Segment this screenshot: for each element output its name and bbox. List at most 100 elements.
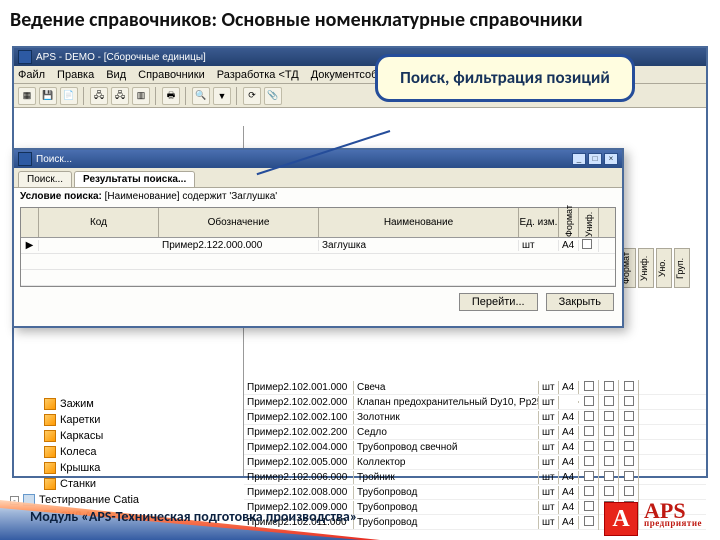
checkbox-icon[interactable] (582, 239, 592, 249)
checkbox-icon[interactable] (624, 396, 634, 406)
tree-item[interactable]: Каркасы (60, 430, 103, 442)
col-name[interactable]: Наименование (319, 208, 519, 237)
cell-ed: шт (539, 441, 559, 454)
tb-grid-icon[interactable]: ▥ (132, 87, 150, 105)
tb-find-icon[interactable]: 🔍 (192, 87, 210, 105)
table-row[interactable]: Пример2.102.004.000Трубопровод свечнойшт… (244, 440, 706, 455)
table-row[interactable]: Пример2.102.006.000ТройникштА4 (244, 470, 706, 485)
callout-bubble: Поиск, фильтрация позиций (375, 54, 635, 102)
tb-print-icon[interactable]: 🖶 (162, 87, 180, 105)
tb-refresh-icon[interactable]: ⟳ (243, 87, 261, 105)
cell-chk (579, 455, 599, 470)
vertical-headers: Формат Униф. Уно. Груп. (620, 248, 690, 288)
cell-fmt: А4 (559, 411, 579, 424)
results-table: Код Обозначение Наименование Ед. изм. Фо… (20, 207, 616, 287)
table-row[interactable]: Пример2.102.002.000Клапан предохранитель… (244, 395, 706, 410)
checkbox-icon[interactable] (604, 456, 614, 466)
checkbox-icon[interactable] (624, 381, 634, 391)
checkbox-icon[interactable] (624, 471, 634, 481)
checkbox-icon[interactable] (604, 381, 614, 391)
cell-name: Седло (354, 426, 539, 439)
cell-chk (619, 440, 639, 455)
tb-save-icon[interactable]: 💾 (39, 87, 57, 105)
tb-filter-icon[interactable]: ▼ (213, 87, 231, 105)
folder-icon (44, 398, 56, 410)
tb-tree2-icon[interactable]: 🖧 (111, 87, 129, 105)
folder-icon (44, 478, 56, 490)
folder-icon (44, 430, 56, 442)
checkbox-icon[interactable] (624, 456, 634, 466)
checkbox-icon[interactable] (604, 471, 614, 481)
table-row[interactable]: Пример2.102.005.000КоллекторштА4 (244, 455, 706, 470)
checkbox-icon[interactable] (584, 456, 594, 466)
results-row-empty (21, 254, 615, 270)
checkbox-icon[interactable] (624, 411, 634, 421)
menu-edit[interactable]: Правка (57, 69, 94, 81)
cell-name: Трубопровод свечной (354, 441, 539, 454)
close-button[interactable]: Закрыть (546, 293, 614, 311)
cell-name: Свеча (354, 381, 539, 394)
menu-file[interactable]: Файл (18, 69, 45, 81)
checkbox-icon[interactable] (584, 426, 594, 436)
table-row[interactable]: Пример2.102.002.200СедлоштА4 (244, 425, 706, 440)
vhead-unif: Униф. (638, 248, 654, 288)
checkbox-icon[interactable] (584, 381, 594, 391)
tab-search[interactable]: Поиск... (18, 171, 72, 187)
cell-ed: шт (539, 411, 559, 424)
dialog-tabs: Поиск... Результаты поиска... (14, 168, 622, 188)
tab-results[interactable]: Результаты поиска... (74, 171, 195, 187)
cell-chk (619, 380, 639, 395)
results-row[interactable]: ▶ Пример2.122.000.000 Заглушка шт А4 (21, 238, 615, 254)
menu-dev[interactable]: Разработка <ТД (217, 69, 299, 81)
cell-chk (579, 395, 599, 410)
col-unif[interactable]: Униф. (579, 208, 599, 237)
cell-fmt (559, 401, 579, 403)
tree-item[interactable]: Колеса (60, 446, 96, 458)
maximize-icon[interactable]: □ (588, 153, 602, 165)
checkbox-icon[interactable] (604, 396, 614, 406)
app-icon (18, 50, 32, 64)
checkbox-icon[interactable] (584, 396, 594, 406)
tree-item[interactable]: Каретки (60, 414, 100, 426)
tree-item[interactable]: Зажим (60, 398, 94, 410)
checkbox-icon[interactable] (584, 441, 594, 451)
col-ed[interactable]: Ед. изм. (519, 208, 559, 237)
tb-new-icon[interactable]: ▦ (18, 87, 36, 105)
cell-chk (579, 380, 599, 395)
minimize-icon[interactable]: _ (572, 153, 586, 165)
cell-chk (619, 470, 639, 485)
checkbox-icon[interactable] (624, 426, 634, 436)
folder-icon (44, 462, 56, 474)
checkbox-icon[interactable] (604, 441, 614, 451)
col-fmt[interactable]: Формат (559, 208, 579, 237)
tb-open-icon[interactable]: 📄 (60, 87, 78, 105)
cell-code: Пример2.102.002.000 (244, 396, 354, 409)
tree-item[interactable]: Станки (60, 478, 96, 490)
checkbox-icon[interactable] (624, 441, 634, 451)
col-oboz[interactable]: Обозначение (159, 208, 319, 237)
tb-tree1-icon[interactable]: 🖧 (90, 87, 108, 105)
cell-ed: шт (539, 456, 559, 469)
cell-code: Пример2.102.002.100 (244, 411, 354, 424)
checkbox-icon[interactable] (584, 471, 594, 481)
search-dialog: Поиск... _ □ × Поиск... Результаты поиск… (12, 148, 624, 328)
goto-button[interactable]: Перейти... (459, 293, 538, 311)
cell-chk (579, 410, 599, 425)
close-icon[interactable]: × (604, 153, 618, 165)
cell-code: Пример2.102.001.000 (244, 381, 354, 394)
tb-att-icon[interactable]: 📎 (264, 87, 282, 105)
cell-ed: шт (539, 426, 559, 439)
slide-footer: Модуль «APS-Техническая подготовка произ… (0, 492, 720, 540)
checkbox-icon[interactable] (604, 426, 614, 436)
tree-item[interactable]: Крышка (60, 462, 100, 474)
col-code[interactable]: Код (39, 208, 159, 237)
checkbox-icon[interactable] (584, 411, 594, 421)
cell-ed: шт (539, 471, 559, 484)
table-row[interactable]: Пример2.102.002.100ЗолотникштА4 (244, 410, 706, 425)
cell-name: Заглушка (319, 240, 519, 251)
table-row[interactable]: Пример2.102.001.000СвечаштА4 (244, 380, 706, 395)
cell-chk (599, 425, 619, 440)
menu-refs[interactable]: Справочники (138, 69, 205, 81)
menu-view[interactable]: Вид (106, 69, 126, 81)
checkbox-icon[interactable] (604, 411, 614, 421)
